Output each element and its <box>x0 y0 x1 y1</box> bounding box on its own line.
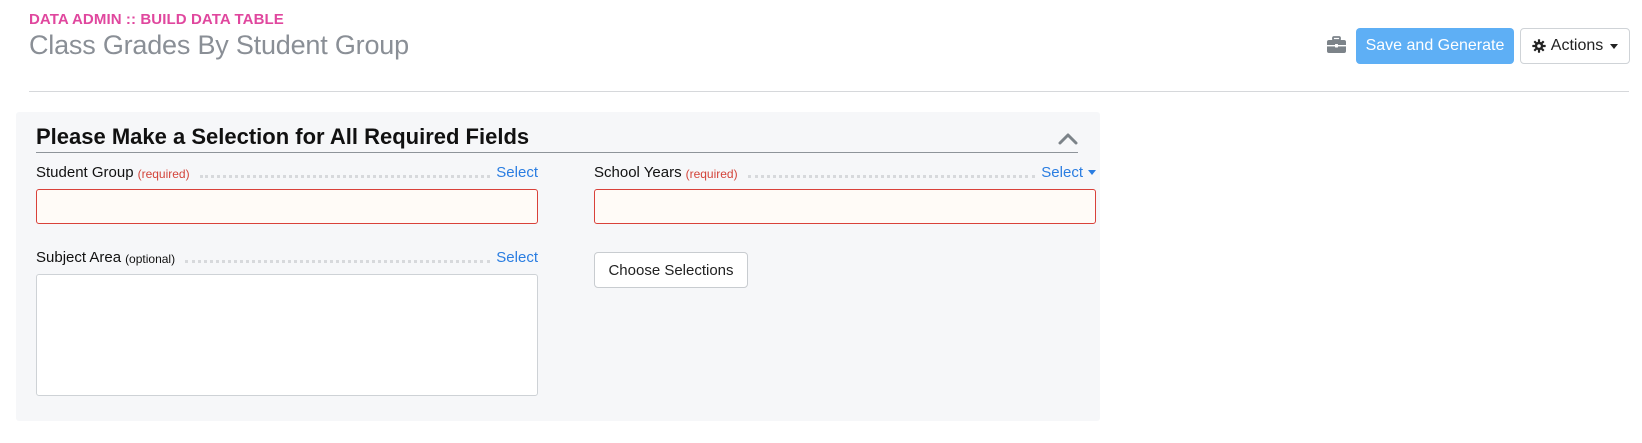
student-group-label: Student Group <box>36 164 134 181</box>
chevron-up-icon[interactable] <box>1057 129 1079 147</box>
panel-title: Please Make a Selection for All Required… <box>36 124 530 149</box>
selection-panel: Please Make a Selection for All Required… <box>16 112 1100 421</box>
dotted-leader <box>747 175 1036 178</box>
required-tag: (required) <box>685 167 738 181</box>
page-title: Class Grades By Student Group <box>29 30 409 60</box>
header-divider <box>29 91 1629 92</box>
briefcase-icon[interactable] <box>1322 31 1350 59</box>
actions-label: Actions <box>1550 37 1604 54</box>
school-years-label: School Years <box>594 164 682 181</box>
caret-down-icon <box>1088 170 1096 175</box>
save-and-generate-button[interactable]: Save and Generate <box>1356 28 1514 64</box>
student-group-label-row: Student Group (required) Select <box>36 161 538 181</box>
dotted-leader <box>185 260 491 263</box>
dotted-leader <box>199 175 491 178</box>
gear-icon <box>1532 39 1546 53</box>
subject-area-label: Subject Area <box>36 249 122 266</box>
student-group-field[interactable] <box>36 189 538 224</box>
required-tag: (required) <box>137 167 190 181</box>
subject-area-field[interactable] <box>36 274 538 396</box>
caret-down-icon <box>1610 43 1619 49</box>
panel-divider <box>36 152 1078 153</box>
optional-tag: (optional) <box>125 252 176 266</box>
actions-dropdown-button[interactable]: Actions <box>1520 28 1630 64</box>
student-group-select-link[interactable]: Select <box>496 164 538 181</box>
choose-selections-button[interactable]: Choose Selections <box>594 252 748 288</box>
subject-area-select-link[interactable]: Select <box>496 249 538 266</box>
subject-area-label-row: Subject Area (optional) Select <box>36 246 538 266</box>
school-years-select-label: Select <box>1041 164 1083 181</box>
school-years-field[interactable] <box>594 189 1096 224</box>
page-header: DATA ADMIN :: BUILD DATA TABLE Class Gra… <box>29 0 1630 92</box>
school-years-label-row: School Years (required) Select <box>594 161 1096 181</box>
school-years-select-dropdown[interactable]: Select <box>1041 164 1096 181</box>
breadcrumb: DATA ADMIN :: BUILD DATA TABLE <box>29 11 284 28</box>
